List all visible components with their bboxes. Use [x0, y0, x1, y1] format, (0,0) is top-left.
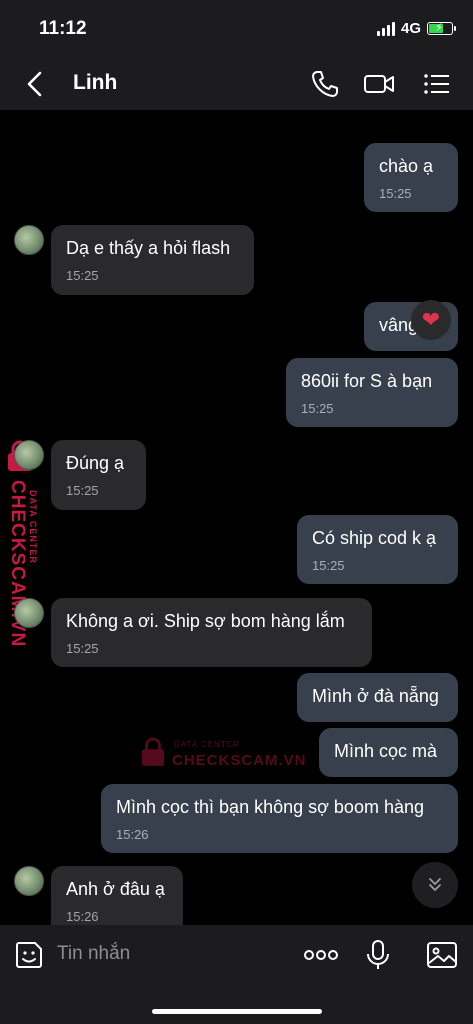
- message-bubble-incoming[interactable]: Dạ e thấy a hỏi flash 15:25: [51, 225, 254, 295]
- status-indicators: 4G ⚡: [376, 20, 456, 37]
- message-bubble-outgoing[interactable]: Có ship cod k ạ 15:25: [297, 515, 458, 584]
- message-bubble-outgoing[interactable]: 860ii for S à bạn 15:25: [286, 358, 458, 427]
- message-text: Không a ơi. Ship sợ bom hàng lắm: [66, 611, 345, 631]
- message-time: 15:25: [301, 401, 334, 416]
- message-time: 15:26: [116, 827, 149, 842]
- lock-logo-icon: [141, 737, 165, 766]
- message-input-bar: Tin nhắn: [0, 925, 473, 1024]
- watermark-brand: CHECKSCAM.VN: [172, 752, 307, 769]
- message-text: chào ạ: [379, 156, 434, 176]
- message-bubble-incoming[interactable]: Anh ở đâu ạ 15:26: [51, 866, 183, 925]
- status-time: 11:12: [39, 18, 87, 39]
- network-type: 4G: [400, 20, 421, 37]
- heart-reaction-icon[interactable]: ❤: [411, 300, 451, 340]
- message-text: Anh ở đâu ạ: [66, 879, 165, 899]
- message-text: Dạ e thấy a hỏi flash: [66, 238, 231, 258]
- watermark-center: DATA CENTER CHECKSCAM.VN: [140, 734, 310, 774]
- message-text: 860ii for S à bạn: [301, 371, 433, 391]
- watermark-sub: DATA CENTER: [28, 490, 38, 564]
- phone-icon[interactable]: [309, 68, 341, 100]
- watermark-sub: DATA CENTER: [174, 740, 240, 749]
- scroll-to-bottom-button[interactable]: [412, 862, 458, 908]
- menu-list-icon[interactable]: [421, 68, 453, 100]
- message-input[interactable]: Tin nhắn: [57, 943, 130, 965]
- message-text: Mình ở đà nẵng: [312, 686, 439, 706]
- message-bubble-incoming[interactable]: Không a ơi. Ship sợ bom hàng lắm 15:25: [51, 598, 372, 667]
- message-time: 15:25: [66, 641, 99, 656]
- avatar[interactable]: [14, 440, 44, 470]
- message-time: 15:25: [379, 186, 412, 201]
- contact-name[interactable]: Linh: [73, 71, 117, 95]
- message-time: 15:25: [312, 558, 345, 573]
- home-indicator[interactable]: [152, 1009, 322, 1014]
- status-bar: 11:12 4G ⚡: [0, 0, 473, 58]
- image-gallery-icon[interactable]: [426, 939, 458, 971]
- message-text: Đúng ạ: [66, 453, 125, 473]
- message-text: Có ship cod k ạ: [312, 528, 437, 548]
- message-bubble-outgoing[interactable]: chào ạ 15:25: [364, 143, 458, 212]
- more-dots-icon[interactable]: [303, 939, 339, 971]
- signal-icon: [376, 21, 395, 36]
- avatar[interactable]: [14, 866, 44, 896]
- message-time: 15:25: [66, 483, 99, 498]
- message-bubble-outgoing[interactable]: Mình cọc mà: [319, 728, 458, 777]
- battery-icon: ⚡: [427, 22, 456, 35]
- message-list[interactable]: CHECKSCAM.VN DATA CENTER DATA CENTER CHE…: [0, 110, 473, 925]
- avatar[interactable]: [14, 225, 44, 255]
- chat-header: Linh: [0, 58, 473, 110]
- message-time: 15:25: [66, 268, 99, 283]
- avatar[interactable]: [14, 598, 44, 628]
- back-chevron-icon[interactable]: [22, 70, 48, 98]
- message-time: 15:26: [66, 909, 99, 924]
- message-text: Mình cọc thì bạn không sợ boom hàng: [116, 797, 424, 817]
- sticker-icon[interactable]: [13, 939, 45, 971]
- double-chevron-down-icon: [429, 878, 441, 891]
- microphone-icon[interactable]: [362, 939, 394, 971]
- message-bubble-outgoing[interactable]: Mình ở đà nẵng: [297, 673, 458, 722]
- video-call-icon[interactable]: [363, 68, 395, 100]
- message-bubble-incoming[interactable]: Đúng ạ 15:25: [51, 440, 146, 510]
- message-bubble-outgoing[interactable]: Mình cọc thì bạn không sợ boom hàng 15:2…: [101, 784, 458, 853]
- message-text: Mình cọc mà: [334, 741, 438, 761]
